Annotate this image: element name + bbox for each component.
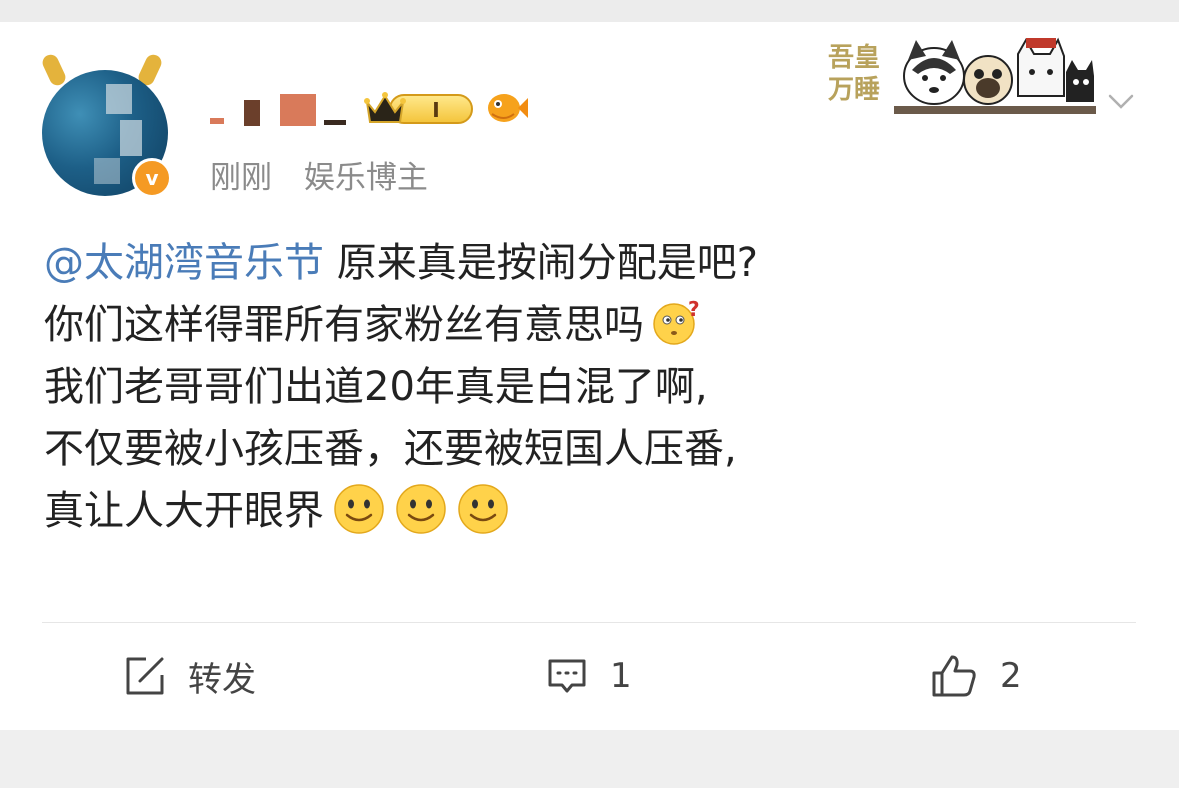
mask-block (210, 118, 224, 124)
repost-icon (126, 657, 164, 695)
cartoon-pets-icon (894, 37, 1096, 114)
avatar[interactable]: v (36, 44, 176, 198)
comment-icon (548, 659, 586, 693)
card-decoration: 吾皇万睡 (828, 36, 1096, 116)
crown-icon (364, 92, 406, 123)
verified-badge-icon: v (132, 158, 172, 198)
post-line-1: @太湖湾音乐节 原来真是按闹分配是吧? (44, 232, 1134, 294)
vip-badge[interactable]: I (363, 86, 475, 130)
post-line-4: 不仅要被小孩压番，还要被短国人压番, (44, 426, 737, 472)
antler-left (39, 52, 69, 88)
mask-block (244, 100, 260, 126)
post-body: @太湖湾音乐节 原来真是按闹分配是吧? 你们这样得罪所有家粉丝有意思吗 ? 我们… (44, 232, 1134, 542)
mention-link[interactable]: @太湖湾音乐节 (44, 240, 324, 286)
mask-block (324, 120, 346, 125)
like-count: 2 (1000, 656, 1022, 696)
user-role: 娱乐博主 (303, 160, 428, 196)
post-time: 刚刚 (210, 160, 272, 196)
post-line-1-text: 原来真是按闹分配是吧? (324, 240, 758, 286)
vip-level-text: I (432, 98, 440, 122)
post-line-2: 你们这样得罪所有家粉丝有意思吗 ? (44, 294, 1134, 356)
post-meta: 刚刚 娱乐博主 (210, 152, 450, 196)
mosaic-block (106, 84, 132, 114)
smile-emoji-icon (458, 484, 508, 534)
post-line-3: 我们老哥哥们出道20年真是白混了啊, (44, 364, 708, 410)
repost-label: 转发 (188, 659, 256, 700)
fish-badge-icon[interactable] (484, 88, 528, 126)
username-redacted[interactable] (210, 90, 350, 128)
repost-button[interactable]: 转发 (124, 652, 256, 700)
confused-emoji-icon: ? (653, 298, 700, 345)
mask-block (280, 94, 316, 126)
chevron-down-icon[interactable] (1106, 86, 1136, 116)
smile-emoji-icon (396, 484, 446, 534)
svg-text:?: ? (688, 298, 700, 321)
post-line-5: 真让人大开眼界 (44, 480, 1134, 542)
like-button[interactable]: 2 (930, 652, 1022, 700)
bottom-strip (0, 730, 1179, 788)
divider (42, 622, 1136, 623)
top-strip (0, 0, 1179, 22)
post-line-5-text: 真让人大开眼界 (44, 488, 324, 534)
post-line-2-text: 你们这样得罪所有家粉丝有意思吗 (44, 302, 644, 348)
comment-count: 1 (610, 656, 632, 696)
decoration-text: 吾皇万睡 (828, 43, 881, 105)
comment-button[interactable]: 1 (546, 652, 632, 700)
smile-emoji-icon (334, 484, 384, 534)
mosaic-block (94, 158, 120, 184)
thumbs-up-icon (932, 655, 976, 697)
mosaic-block (120, 120, 142, 156)
